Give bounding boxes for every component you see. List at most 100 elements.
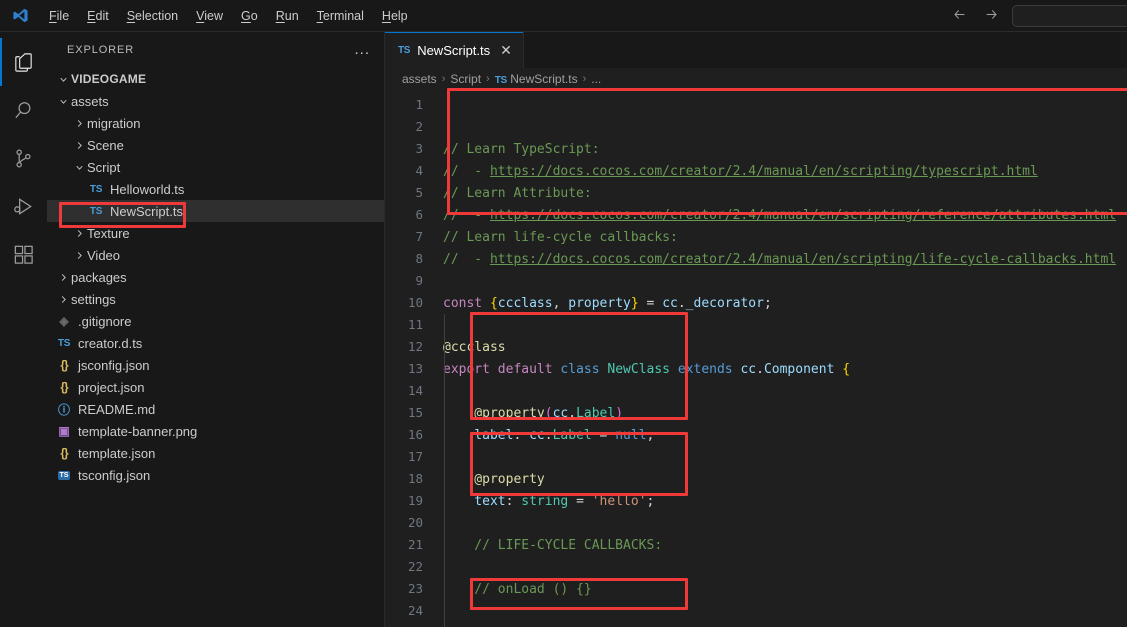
navigate-forward-icon[interactable] [980,8,1002,25]
typescript-file-icon: TS [398,44,411,56]
tree-item-newscript-ts[interactable]: TS NewScript.ts [47,200,384,222]
tree-item-settings[interactable]: settings [47,288,384,310]
chevron-down-icon[interactable] [55,96,71,107]
code-token: = [591,428,616,443]
line-number: 12 [407,339,423,354]
code-token: cc [740,362,757,377]
tree-item-readme-md[interactable]: ⓘ README.md [47,398,384,420]
tree-item-label: template-banner.png [78,423,198,439]
breadcrumb-item--[interactable]: ... [591,72,601,86]
code-token: class [560,362,608,377]
chevron-right-icon[interactable] [71,118,87,129]
tree-item-texture[interactable]: Texture [47,222,384,244]
tree-item-label: project.json [78,379,145,395]
tree-item--gitignore[interactable]: ◈ .gitignore [47,310,384,332]
tree-item-video[interactable]: Video [47,244,384,266]
menu-run[interactable]: Run [267,5,308,27]
tree-item-template-json[interactable]: {} template.json [47,442,384,464]
line-number: 7 [415,229,423,244]
code-line: @ccclass [440,337,1127,359]
code-line: start () { [440,623,1127,627]
tree-item-label: Helloworld.ts [110,181,185,197]
tree-root-videogame[interactable]: VIDEOGAME [47,68,384,90]
code-token: . [544,428,553,443]
menu-bar: File Edit Selection View Go Run Terminal Help [40,5,417,27]
activity-bar [0,32,47,627]
tree-item-tsconfig-json[interactable]: TS tsconfig.json [47,464,384,486]
tree-item-label: creator.d.ts [78,335,143,351]
chevron-down-icon[interactable] [71,162,87,173]
menu-view[interactable]: View [187,5,232,27]
menu-selection[interactable]: Selection [118,5,187,27]
activity-source-control-icon[interactable] [0,134,47,182]
activity-search-icon[interactable] [0,86,47,134]
code-token: ; [763,296,772,311]
chevron-right-icon[interactable] [55,272,71,283]
line-number: 1 [415,97,423,112]
tree-item-project-json[interactable]: {} project.json [47,376,384,398]
menu-help[interactable]: Help [373,5,417,27]
code-token: // - [443,164,490,179]
tree-item-script[interactable]: Script [47,156,384,178]
chevron-down-icon[interactable] [55,74,71,85]
chevron-right-icon[interactable] [71,140,87,151]
tree-item-scene[interactable]: Scene [47,134,384,156]
code-token: _decorator [685,296,764,311]
doc-link[interactable]: https://docs.cocos.com/creator/2.4/manua… [490,252,1116,267]
breadcrumb-item-assets[interactable]: assets [402,72,437,86]
menu-go[interactable]: Go [232,5,267,27]
code-content[interactable]: // Learn TypeScript: // - https://docs.co… [440,90,1127,627]
code-editor[interactable]: 1234567891011121314151617181920212223242… [385,90,1127,627]
line-number: 18 [407,471,423,486]
tree-item-migration[interactable]: migration [47,112,384,134]
tree-item-creator-d-ts[interactable]: TS creator.d.ts [47,332,384,354]
activity-explorer-icon[interactable] [0,38,47,86]
code-token: { [842,362,851,377]
chevron-right-icon[interactable] [55,294,71,305]
breadcrumb-separator: › [441,73,446,85]
breadcrumb-item-script[interactable]: Script [450,72,481,86]
tree-item-template-banner-png[interactable]: ▣ template-banner.png [47,420,384,442]
menu-file[interactable]: File [40,5,78,27]
doc-link[interactable]: https://docs.cocos.com/creator/2.4/manua… [490,164,1038,179]
close-icon[interactable]: ✕ [500,43,512,57]
navigate-back-icon[interactable] [948,8,970,25]
chevron-right-icon[interactable] [71,250,87,261]
code-token: // onLoad () {} [443,582,592,597]
doc-link[interactable]: https://docs.cocos.com/creator/2.4/manua… [490,208,1116,223]
line-number: 22 [407,559,423,574]
code-line: // - https://docs.cocos.com/creator/2.4/… [440,205,1127,227]
tree-item-label: packages [71,269,127,285]
command-center-input[interactable] [1012,5,1127,27]
tab-newscript-ts[interactable]: TS NewScript.ts ✕ [385,32,524,68]
tree-item-label: jsconfig.json [78,357,150,373]
editor-tab-bar: TS NewScript.ts ✕ [385,32,1127,68]
line-number: 23 [407,581,423,596]
code-token: : [505,494,522,509]
code-token: @property [443,406,545,421]
explorer-more-actions-icon[interactable]: ... [354,42,370,57]
activity-run-debug-icon[interactable] [0,182,47,230]
tree-item-jsconfig-json[interactable]: {} jsconfig.json [47,354,384,376]
tree-item-helloworld-ts[interactable]: TS Helloworld.ts [47,178,384,200]
line-number: 3 [415,141,423,156]
code-token: default [497,362,561,377]
line-number: 13 [407,361,423,376]
code-token: Label [552,428,592,443]
activity-extensions-icon[interactable] [0,230,47,278]
editor-group: TS NewScript.ts ✕ assets › Script › TS NewSc… [385,32,1127,627]
line-number: 8 [415,251,423,266]
line-number: 17 [407,449,423,464]
code-line: text: string = 'hello'; [440,491,1127,513]
chevron-right-icon[interactable] [71,228,87,239]
tree-item-assets[interactable]: assets [47,90,384,112]
code-token: ccclass [497,296,553,311]
breadcrumb-item-newscript-ts[interactable]: TS NewScript.ts [495,72,578,86]
menu-edit[interactable]: Edit [78,5,118,27]
tree-item-packages[interactable]: packages [47,266,384,288]
code-token: NewClass [607,362,671,377]
line-number: 16 [407,427,423,442]
menu-terminal[interactable]: Terminal [308,5,373,27]
code-token: cc [662,296,678,311]
